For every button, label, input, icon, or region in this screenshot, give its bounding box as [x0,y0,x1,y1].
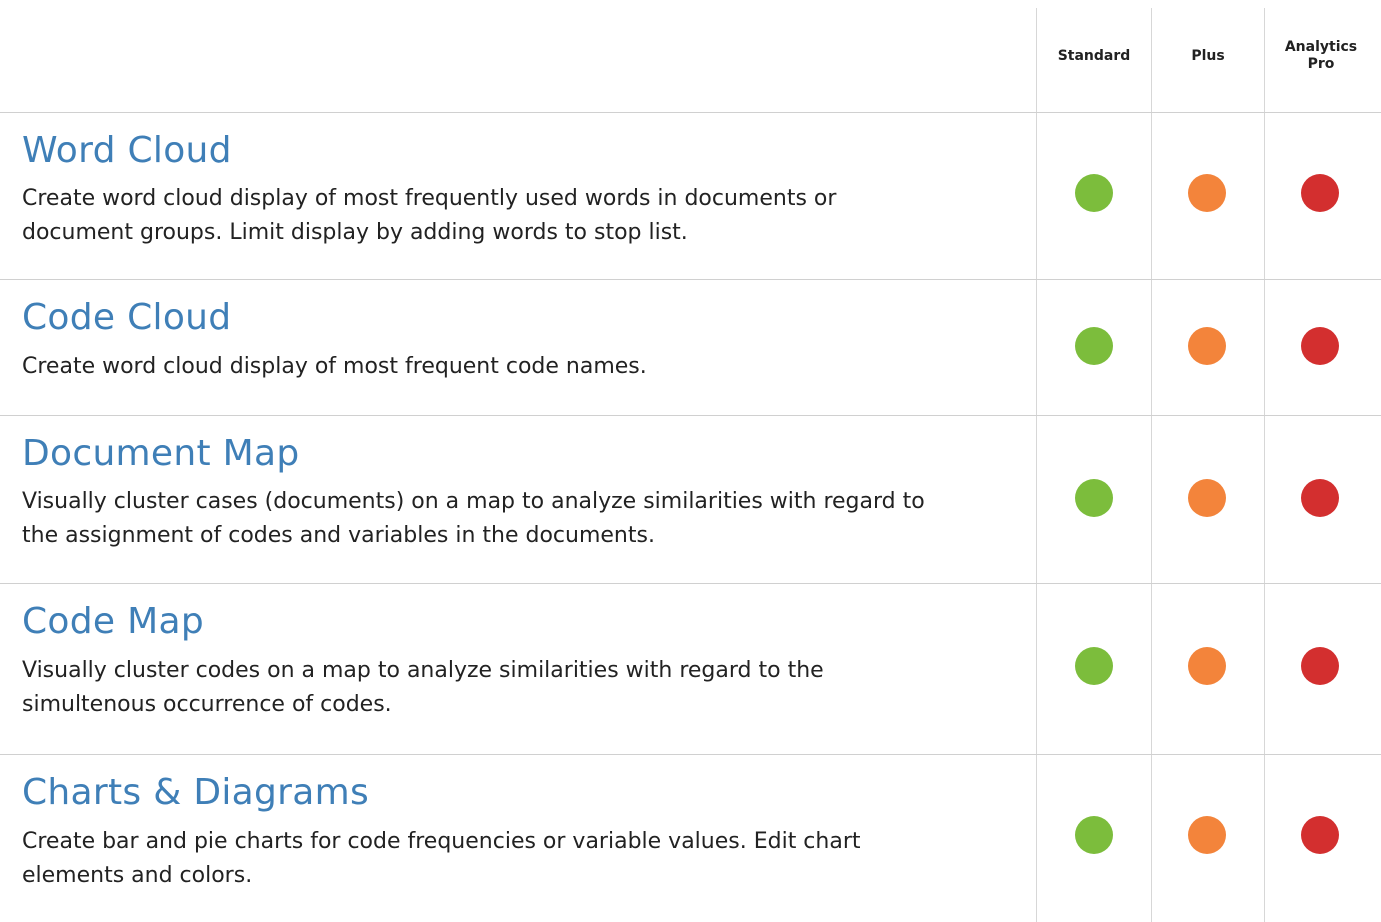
feature-title: Document Map [22,433,300,474]
plus-availability-dot [1188,816,1226,854]
feature-row-document-map: Document Map Visually cluster cases (doc… [0,415,1381,583]
standard-availability-dot [1075,816,1113,854]
column-header-analytics-pro: Analytics Pro [1265,0,1377,112]
feature-title: Word Cloud [22,130,232,171]
column-header-line: Analytics [1284,39,1358,55]
feature-row-code-cloud: Code Cloud Create word cloud display of … [0,279,1381,415]
plus-availability-dot [1188,327,1226,365]
plus-availability-dot [1188,647,1226,685]
feature-description: Create word cloud display of most freque… [22,350,1022,384]
standard-availability-dot [1075,327,1113,365]
description-line: elements and colors. [22,863,253,888]
description-line: Visually cluster codes on a map to analy… [22,658,824,683]
pro-availability-dot [1301,816,1339,854]
description-line: Create bar and pie charts for code frequ… [22,829,861,854]
description-line: Create word cloud display of most freque… [22,354,647,379]
column-header-line: Plus [1191,47,1225,64]
standard-availability-dot [1075,479,1113,517]
pro-availability-dot [1301,479,1339,517]
pro-availability-dot [1301,174,1339,212]
column-header-standard: Standard [1037,0,1151,112]
column-header-plus: Plus [1152,0,1264,112]
description-line: simultenous occurrence of codes. [22,692,392,717]
pro-availability-dot [1301,647,1339,685]
feature-description: Visually cluster codes on a map to analy… [22,654,1022,722]
feature-row-code-map: Code Map Visually cluster codes on a map… [0,583,1381,754]
feature-title: Code Map [22,601,204,642]
feature-description: Create bar and pie charts for code frequ… [22,825,1022,893]
feature-description: Create word cloud display of most freque… [22,182,1022,250]
column-header-line: Pro [1307,56,1335,72]
description-line: Visually cluster cases (documents) on a … [22,489,925,514]
feature-row-charts-diagrams: Charts & Diagrams Create bar and pie cha… [0,754,1381,922]
standard-availability-dot [1075,647,1113,685]
plus-availability-dot [1188,174,1226,212]
column-header-line: Standard [1057,47,1131,64]
feature-description: Visually cluster cases (documents) on a … [22,485,1022,553]
plus-availability-dot [1188,479,1226,517]
feature-title: Code Cloud [22,297,232,338]
description-line: Create word cloud display of most freque… [22,186,837,211]
standard-availability-dot [1075,174,1113,212]
description-line: document groups. Limit display by adding… [22,220,688,245]
feature-row-word-cloud: Word Cloud Create word cloud display of … [0,112,1381,279]
pro-availability-dot [1301,327,1339,365]
feature-title: Charts & Diagrams [22,772,370,813]
description-line: the assignment of codes and variables in… [22,523,655,548]
